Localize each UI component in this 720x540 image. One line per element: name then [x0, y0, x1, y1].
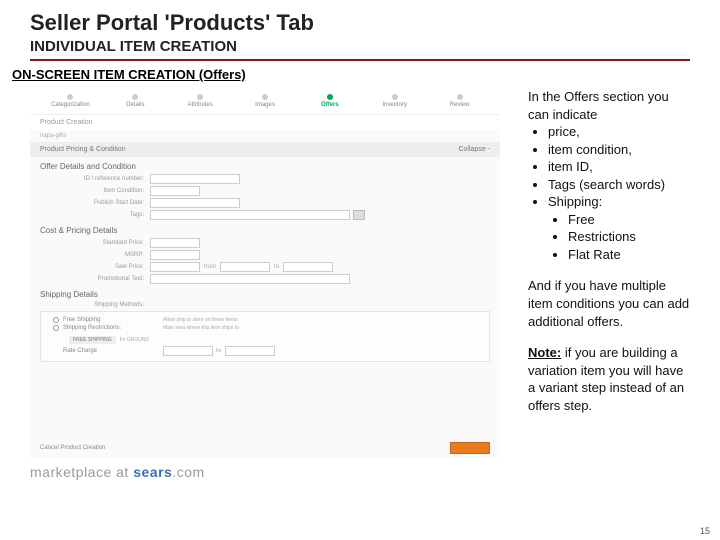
free-shipping-radio[interactable]	[53, 317, 59, 323]
step-label: Offers	[321, 102, 339, 108]
sale-to-date[interactable]	[283, 262, 333, 272]
notes-intro: In the Offers section you can indicate	[528, 89, 669, 122]
breadcrumb: Product Creation	[30, 115, 500, 130]
restrictions-label: Shipping Restrictions:	[63, 325, 163, 331]
banner-title: Product Pricing & Condition	[40, 146, 126, 153]
step-label: Review	[450, 102, 470, 108]
logo-prefix: marketplace at	[30, 464, 133, 480]
screenshot-column: Categorization Details Attributes Images…	[30, 88, 510, 480]
free-shipping-hint: Allow ship to store on these items	[163, 317, 237, 323]
date-from-label: from	[204, 264, 216, 270]
notes-column: In the Offers section you can indicate p…	[510, 88, 690, 480]
restrictions-radio[interactable]	[53, 325, 59, 331]
page-subtitle: INDIVIDUAL ITEM CREATION	[30, 38, 690, 61]
section-heading: ON-SCREEN ITEM CREATION (Offers)	[12, 67, 690, 82]
item-id-input[interactable]	[150, 174, 240, 184]
cost-pricing-heading: Cost & Pricing Details	[30, 221, 500, 237]
page-title: Seller Portal 'Products' Tab	[30, 10, 690, 36]
list-item: Free	[568, 211, 690, 229]
logo-suffix: .com	[172, 464, 204, 480]
logo-brand: sears	[133, 464, 172, 480]
msrp-input[interactable]	[150, 250, 200, 260]
step-categorization[interactable]: Categorization	[38, 94, 103, 108]
standard-price-input[interactable]	[150, 238, 200, 248]
rate-charge-label: Rate Charge	[63, 348, 163, 354]
free-shipping-label: Free Shipping	[63, 317, 163, 323]
shipping-sublist: Free Restrictions Flat Rate	[548, 211, 690, 264]
list-item: price,	[548, 123, 690, 141]
shipping-bullet: Shipping:	[548, 194, 602, 209]
step-offers[interactable]: Offers	[297, 94, 362, 108]
shipping-options-box: Free Shipping Allow ship to store on the…	[40, 311, 490, 362]
store-name: napa-gifts	[30, 130, 500, 142]
product-creation-mock: Categorization Details Attributes Images…	[30, 88, 500, 458]
page-number: 15	[700, 526, 710, 536]
collapse-toggle[interactable]: Collapse -	[458, 146, 490, 153]
sale-price-label: Sale Price:	[40, 264, 150, 270]
date-to-label: to	[274, 264, 279, 270]
tags-input[interactable]	[150, 210, 350, 220]
marketplace-logo: marketplace at sears.com	[30, 464, 510, 480]
step-label: Inventory	[382, 102, 407, 108]
standard-price-label: Standard Price:	[40, 240, 150, 246]
step-label: Details	[126, 102, 144, 108]
wizard-stepper: Categorization Details Attributes Images…	[30, 88, 500, 115]
shipping-methods-label: Shipping Methods:	[40, 302, 150, 308]
publish-start-input[interactable]	[150, 198, 240, 208]
list-item: Shipping: Free Restrictions Flat Rate	[548, 193, 690, 263]
add-tag-button[interactable]	[353, 210, 365, 220]
offer-details-heading: Offer Details and Condition	[30, 157, 500, 173]
step-inventory[interactable]: Inventory	[362, 94, 427, 108]
step-images[interactable]: Images	[233, 94, 298, 108]
msrp-label: MSRP:	[40, 252, 150, 258]
promo-text-input[interactable]	[150, 274, 350, 284]
list-item: Restrictions	[568, 228, 690, 246]
cancel-button[interactable]: Cancel Product Creation	[40, 445, 105, 451]
list-item: item condition,	[548, 141, 690, 159]
rate-method-select[interactable]	[225, 346, 275, 356]
note-label: Note:	[528, 345, 561, 360]
promo-text-label: Promotional Text:	[40, 276, 150, 282]
item-id-label: ID / reference number:	[40, 176, 150, 182]
notes-list: price, item condition, item ID, Tags (se…	[528, 123, 690, 263]
list-item: Flat Rate	[568, 246, 690, 264]
variation-note: Note: if you are building a variation it…	[528, 344, 690, 414]
step-label: Attributes	[187, 102, 212, 108]
shipping-details-heading: Shipping Details	[30, 285, 500, 301]
ground-value: for GROUND	[120, 337, 149, 343]
publish-start-label: Publish Start Date:	[40, 200, 150, 206]
list-item: Tags (search words)	[548, 176, 690, 194]
continue-button[interactable]	[450, 442, 490, 454]
sale-from-date[interactable]	[220, 262, 270, 272]
tags-label: Tags:	[40, 212, 150, 218]
restrictions-hint: Main area where this item ships to	[163, 325, 239, 331]
additional-offers-note: And if you have multiple item conditions…	[528, 277, 690, 330]
step-attributes[interactable]: Attributes	[168, 94, 233, 108]
step-label: Images	[255, 102, 275, 108]
step-label: Categorization	[51, 102, 90, 108]
step-details[interactable]: Details	[103, 94, 168, 108]
sale-price-input[interactable]	[150, 262, 200, 272]
list-item: item ID,	[548, 158, 690, 176]
ground-badge: FREE SHIPPING	[69, 336, 116, 344]
condition-label: Item Condition:	[40, 188, 150, 194]
rate-amount-input[interactable]	[163, 346, 213, 356]
section-banner: Product Pricing & Condition Collapse -	[30, 142, 500, 157]
condition-select[interactable]	[150, 186, 200, 196]
step-review[interactable]: Review	[427, 94, 492, 108]
